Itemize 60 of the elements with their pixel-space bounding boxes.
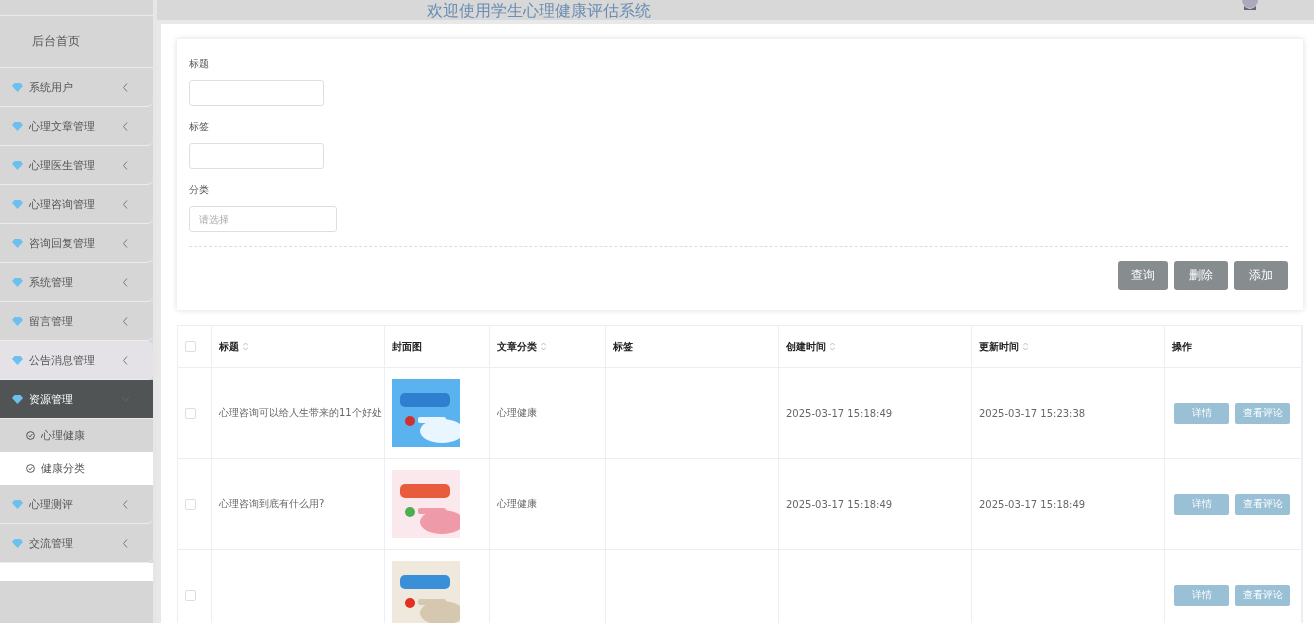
diamond-icon — [12, 355, 23, 365]
column-header: 操作 — [1172, 339, 1192, 354]
diamond-icon — [12, 394, 23, 404]
diamond-icon — [12, 238, 23, 248]
chevron-left-icon — [122, 499, 129, 509]
table-cell: 2025-03-17 15:18:49 — [979, 498, 1086, 510]
field-label: 标题 — [189, 57, 210, 71]
table-cell: 心理健康 — [497, 497, 537, 511]
select-field[interactable]: 请选择 — [189, 206, 337, 232]
checkbox[interactable] — [185, 498, 196, 510]
diamond-icon — [12, 199, 23, 209]
input-field[interactable] — [189, 143, 324, 169]
chevron-left-icon — [122, 199, 129, 209]
column-header: 标题 — [219, 339, 239, 354]
table-cell: 2025-03-17 15:23:38 — [979, 407, 1086, 419]
table-cell: 2025-03-17 15:18:49 — [786, 407, 893, 419]
sort-icon[interactable] — [1023, 342, 1028, 351]
diamond-icon — [12, 277, 23, 287]
sidebar-subitem[interactable]: 健康分类 — [0, 452, 153, 485]
diamond-icon — [12, 160, 23, 170]
chevron-left-icon — [122, 82, 129, 92]
table-cell: 心理健康 — [497, 406, 537, 420]
action-button[interactable]: 查询 — [1118, 261, 1168, 290]
chevron-left-icon — [122, 355, 129, 365]
diamond-icon — [12, 538, 23, 548]
chevron-left-icon — [122, 121, 129, 131]
field-label: 分类 — [189, 183, 210, 197]
check-circle-icon — [26, 431, 35, 440]
column-header: 创建时间 — [786, 339, 826, 354]
page-title: 欢迎使用学生心理健康评估系统 — [427, 2, 651, 20]
column-header: 封面图 — [392, 339, 422, 354]
checkbox[interactable] — [185, 341, 196, 352]
table-cell: 心理咨询到底有什么用? — [219, 497, 325, 511]
action-button[interactable]: 添加 — [1234, 261, 1288, 290]
diamond-icon — [12, 121, 23, 131]
input-field[interactable] — [189, 80, 324, 106]
chevron-left-icon — [122, 160, 129, 170]
checkbox[interactable] — [185, 589, 196, 601]
column-header: 标签 — [613, 339, 633, 354]
sidebar-item[interactable]: 公告消息管理 — [0, 341, 153, 380]
check-circle-icon — [26, 464, 35, 473]
diamond-icon — [12, 499, 23, 509]
action-button[interactable]: 删除 — [1174, 261, 1228, 290]
column-header: 文章分类 — [497, 339, 537, 354]
table-cell: 2025-03-17 15:18:49 — [786, 498, 893, 510]
sort-icon[interactable] — [541, 342, 546, 351]
sort-icon[interactable] — [830, 342, 835, 351]
chevron-left-icon — [122, 538, 129, 548]
field-label: 标签 — [189, 120, 210, 134]
table-cell: 心理咨询可以给人生带来的11个好处 — [219, 406, 382, 420]
sidebar-item[interactable]: 资源管理 — [0, 380, 153, 419]
chevron-left-icon — [122, 316, 129, 326]
chevron-left-icon — [122, 277, 129, 287]
diamond-icon — [12, 82, 23, 92]
column-header: 更新时间 — [979, 339, 1019, 354]
checkbox[interactable] — [185, 407, 196, 419]
sort-icon[interactable] — [243, 342, 248, 351]
avatar-icon[interactable] — [1241, 0, 1259, 10]
chevron-left-icon — [122, 238, 129, 248]
diamond-icon — [12, 316, 23, 326]
